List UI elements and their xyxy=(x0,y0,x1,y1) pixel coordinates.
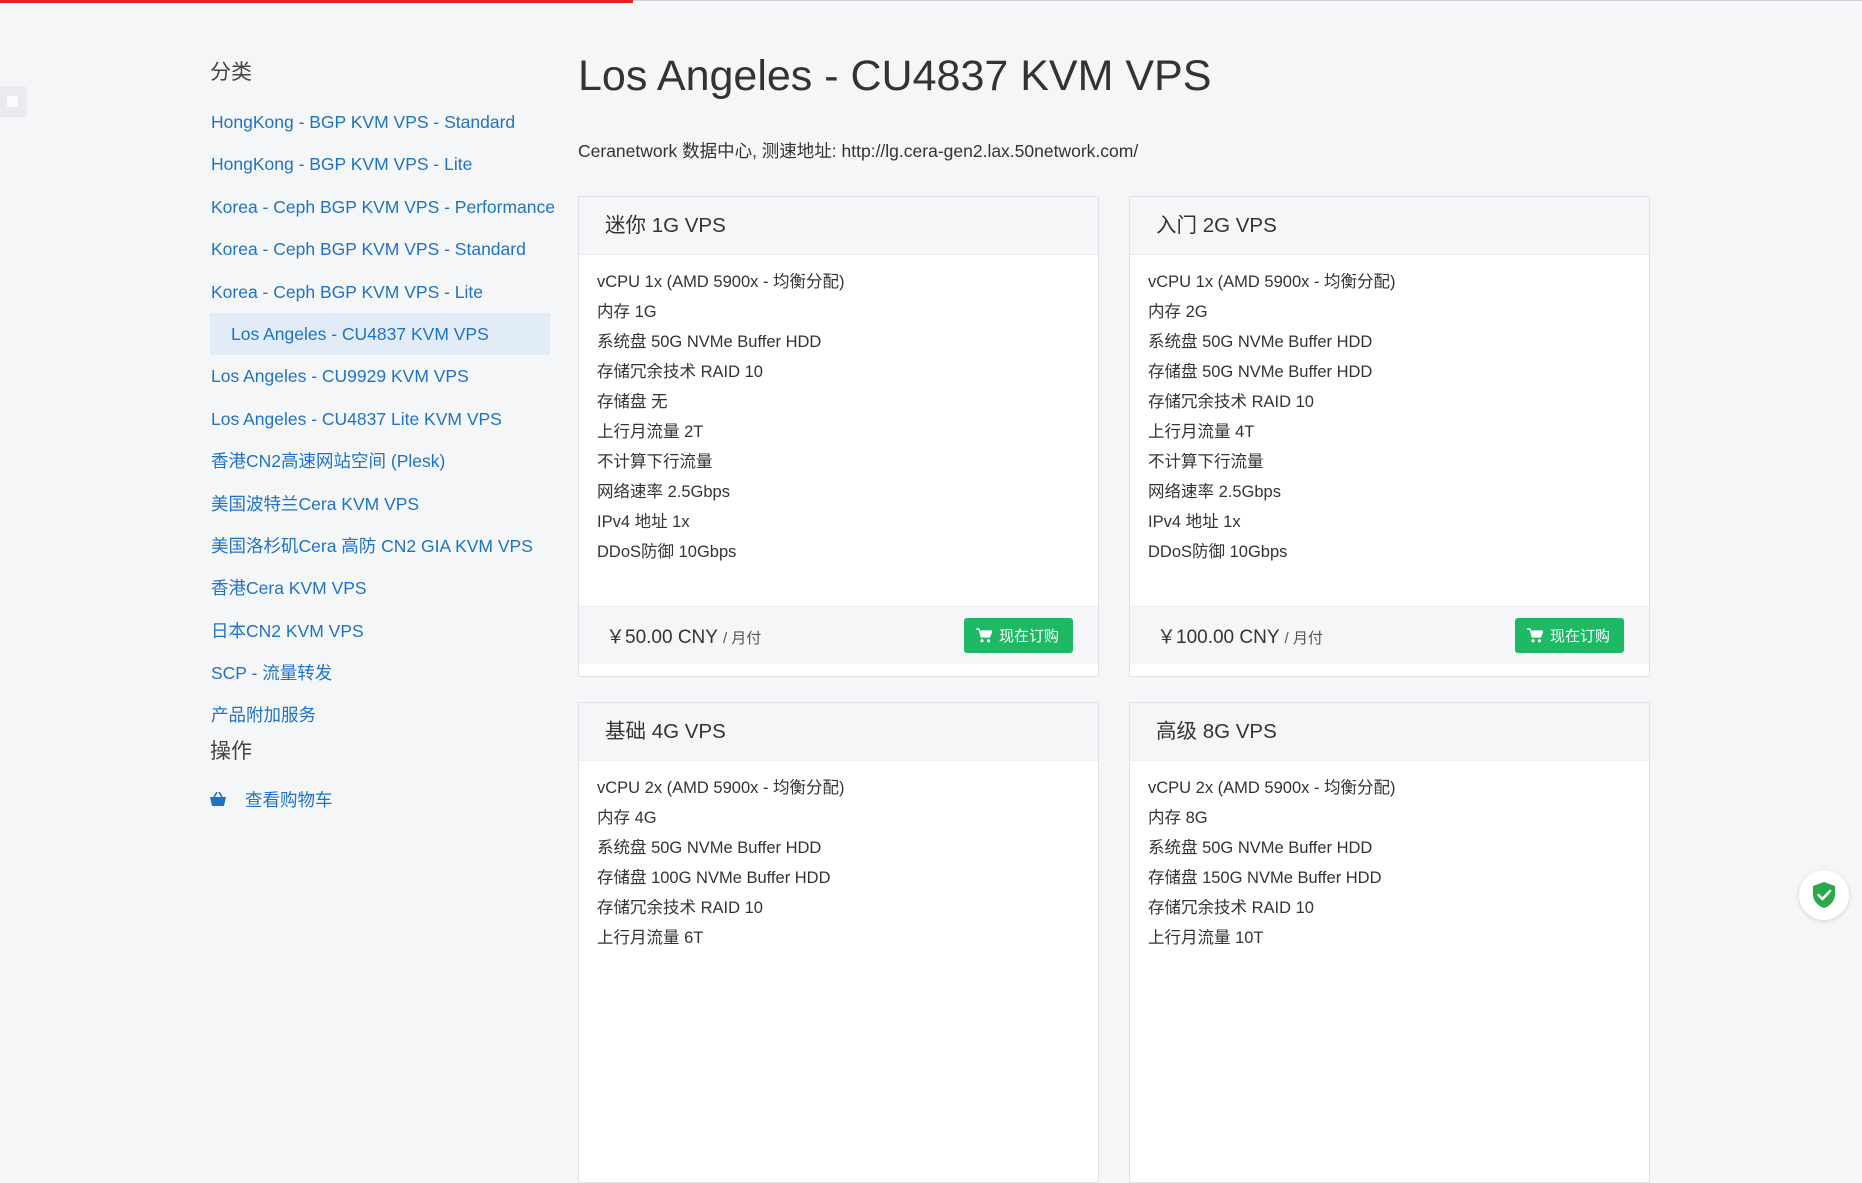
product-card: 基础 4G VPS vCPU 2x (AMD 5900x - 均衡分配) 内存 4G… xyxy=(578,702,1099,1183)
sidebar-category-item[interactable]: HongKong - BGP KVM VPS - Lite xyxy=(210,143,550,185)
product-card: 迷你 1G VPS vCPU 1x (AMD 5900x - 均衡分配) 内存 1G… xyxy=(578,196,1099,677)
feature-item: IPv4 地址 1x xyxy=(597,513,690,531)
sidebar-category-item[interactable]: Korea - Ceph BGP KVM VPS - Standard xyxy=(210,228,550,270)
sidebar-category-item[interactable]: HongKong - BGP KVM VPS - Standard xyxy=(210,101,550,143)
feature-item: 内存 8G xyxy=(1148,809,1208,827)
feature-item: 存储冗余技术 RAID 10 xyxy=(597,363,763,381)
feature-item: 系统盘 50G NVMe Buffer HDD xyxy=(597,333,822,351)
product-name: 迷你 1G VPS xyxy=(579,197,1098,255)
security-badge[interactable] xyxy=(1799,870,1849,920)
price-amount: ￥100.00 CNY xyxy=(1157,627,1280,648)
product-card: 高级 8G VPS vCPU 2x (AMD 5900x - 均衡分配) 内存 8G… xyxy=(1129,702,1650,1183)
sidebar-category-item[interactable]: SCP - 流量转发 xyxy=(210,652,550,694)
billing-period: / 月付 xyxy=(1284,630,1323,647)
shopping-cart-icon xyxy=(1526,628,1543,643)
sidebar: 分类 HongKong - BGP KVM VPS - Standard Hong… xyxy=(210,58,555,815)
feature-list: vCPU 1x (AMD 5900x - 均衡分配) 内存 1G 系统盘 50G N… xyxy=(579,255,1098,606)
feature-item: 存储盘 50G NVMe Buffer HDD xyxy=(1148,363,1373,381)
feature-item: 存储冗余技术 RAID 10 xyxy=(1148,393,1314,411)
price-amount: ￥50.00 CNY xyxy=(606,627,718,648)
feature-list: vCPU 2x (AMD 5900x - 均衡分配) 内存 4G 系统盘 50G N… xyxy=(579,761,1098,1112)
feature-item: 上行月流量 2T xyxy=(597,423,704,441)
feature-item: 上行月流量 6T xyxy=(597,929,704,947)
categories-heading: 分类 xyxy=(210,61,252,84)
feature-item: 网络速率 2.5Gbps xyxy=(597,483,730,501)
feature-item: vCPU 1x (AMD 5900x - 均衡分配) xyxy=(1148,273,1396,291)
sidebar-category-item[interactable]: 日本CN2 KVM VPS xyxy=(210,610,550,652)
order-now-label: 现在订购 xyxy=(998,628,1059,645)
sidebar-category-item[interactable]: 香港Cera KVM VPS xyxy=(210,567,550,609)
view-cart-link[interactable]: 查看购物车 xyxy=(210,785,550,815)
order-now-label: 现在订购 xyxy=(1549,628,1610,645)
product-name: 高级 8G VPS xyxy=(1130,703,1649,761)
feature-item: vCPU 2x (AMD 5900x - 均衡分配) xyxy=(1148,779,1396,797)
feature-item: 上行月流量 10T xyxy=(1148,929,1264,947)
billing-period: / 月付 xyxy=(722,630,762,647)
basket-icon xyxy=(210,792,226,807)
shield-check-icon xyxy=(1813,882,1835,908)
sidebar-category-item[interactable]: Los Angeles - CU4837 KVM VPS xyxy=(210,312,550,356)
price: ￥100.00 CNY / 月付 xyxy=(1157,622,1323,649)
feature-item: vCPU 1x (AMD 5900x - 均衡分配) xyxy=(597,273,845,291)
sidebar-category-item[interactable]: Korea - Ceph BGP KVM VPS - Lite xyxy=(210,271,550,313)
sidebar-category-item[interactable]: 香港CN2高速网站空间 (Plesk) xyxy=(210,440,550,482)
page-title: Los Angeles - CU4837 KVM VPS xyxy=(578,52,1212,100)
side-toggle-tab[interactable] xyxy=(0,86,27,117)
feature-list: vCPU 1x (AMD 5900x - 均衡分配) 内存 2G 系统盘 50G N… xyxy=(1130,255,1649,606)
feature-item: 系统盘 50G NVMe Buffer HDD xyxy=(597,839,822,857)
feature-list: vCPU 2x (AMD 5900x - 均衡分配) 内存 8G 系统盘 50G N… xyxy=(1130,761,1649,1112)
feature-item: 内存 4G xyxy=(597,809,657,827)
order-now-button[interactable]: 现在订购 xyxy=(1514,618,1624,653)
sidebar-category-item[interactable]: Los Angeles - CU9929 KVM VPS xyxy=(210,355,550,397)
product-footer: ￥50.00 CNY / 月付 现在订购 xyxy=(579,606,1098,664)
feature-item: 网络速率 2.5Gbps xyxy=(1148,483,1281,501)
feature-item: 存储盘 100G NVMe Buffer HDD xyxy=(597,869,831,887)
shopping-cart-icon xyxy=(975,628,992,643)
category-list: HongKong - BGP KVM VPS - Standard HongKon… xyxy=(210,101,555,737)
product-name: 基础 4G VPS xyxy=(579,703,1098,761)
page-description: Ceranetwork 数据中心, 测速地址: http://lg.cera-g… xyxy=(578,141,1139,161)
sidebar-category-item[interactable]: 美国洛杉矶Cera 高防 CN2 GIA KVM VPS xyxy=(210,525,550,567)
feature-item: 存储冗余技术 RAID 10 xyxy=(597,899,763,917)
feature-item: 内存 2G xyxy=(1148,303,1208,321)
sidebar-category-item[interactable]: 产品附加服务 xyxy=(210,694,550,736)
feature-item: vCPU 2x (AMD 5900x - 均衡分配) xyxy=(597,779,845,797)
feature-item: 系统盘 50G NVMe Buffer HDD xyxy=(1148,333,1373,351)
product-name: 入门 2G VPS xyxy=(1130,197,1649,255)
sidebar-category-item[interactable]: Korea - Ceph BGP KVM VPS - Performance xyxy=(210,186,555,228)
feature-item: DDoS防御 10Gbps xyxy=(1148,543,1288,561)
product-footer: ￥100.00 CNY / 月付 现在订购 xyxy=(1130,606,1649,664)
feature-item: 存储盘 无 xyxy=(597,393,668,411)
sidebar-category-item[interactable]: 美国波特兰Cera KVM VPS xyxy=(210,483,550,525)
product-card: 入门 2G VPS vCPU 1x (AMD 5900x - 均衡分配) 内存 2G… xyxy=(1129,196,1650,677)
view-cart-label: 查看购物车 xyxy=(245,790,333,811)
sidebar-category-item[interactable]: Los Angeles - CU4837 Lite KVM VPS xyxy=(210,398,550,440)
feature-item: 系统盘 50G NVMe Buffer HDD xyxy=(1148,839,1373,857)
feature-item: 不计算下行流量 xyxy=(597,453,713,471)
feature-item: DDoS防御 10Gbps xyxy=(597,543,737,561)
price: ￥50.00 CNY / 月付 xyxy=(606,622,761,649)
feature-item: 不计算下行流量 xyxy=(1148,453,1264,471)
feature-item: 存储盘 150G NVMe Buffer HDD xyxy=(1148,869,1382,887)
feature-item: 内存 1G xyxy=(597,303,657,321)
feature-item: IPv4 地址 1x xyxy=(1148,513,1241,531)
order-now-button[interactable]: 现在订购 xyxy=(963,618,1073,653)
feature-item: 存储冗余技术 RAID 10 xyxy=(1148,899,1314,917)
actions-heading: 操作 xyxy=(210,739,252,763)
feature-item: 上行月流量 4T xyxy=(1148,423,1255,441)
page-load-progress-bar xyxy=(0,0,634,3)
